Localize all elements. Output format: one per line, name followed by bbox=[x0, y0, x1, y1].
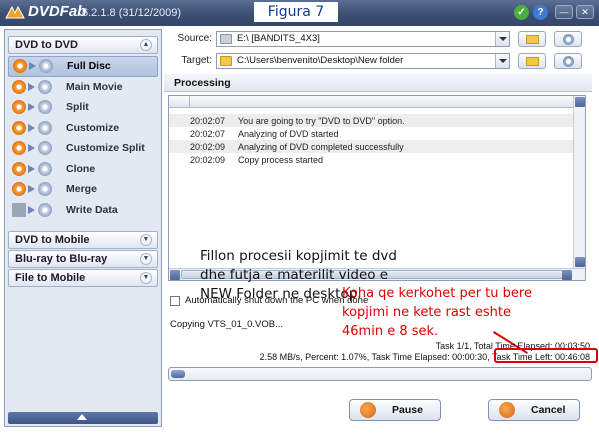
sidebar-section-label: File to Mobile bbox=[15, 272, 86, 284]
sidebar-section-file-to-mobile[interactable]: File to Mobile ▼ bbox=[8, 269, 158, 287]
minimize-icon[interactable]: — bbox=[555, 5, 573, 19]
sidebar-item-full-disc[interactable]: Full Disc bbox=[8, 56, 158, 77]
source-browse-button[interactable] bbox=[518, 31, 546, 47]
sidebar-item-label: Full Disc bbox=[67, 60, 111, 73]
sidebar-mode-list: Full Disc Main Movie Split Customize Cus… bbox=[8, 56, 158, 220]
sidebar-item-merge[interactable]: Merge bbox=[8, 179, 158, 200]
help-icon[interactable]: ? bbox=[533, 5, 548, 20]
source-value: E:\ [BANDITS_4X3] bbox=[237, 33, 320, 44]
target-browse-button[interactable] bbox=[518, 53, 546, 69]
file-to-disc-icon bbox=[12, 201, 56, 219]
chevron-up-icon[interactable]: ▲ bbox=[140, 39, 152, 51]
chevron-down-icon[interactable]: ▼ bbox=[140, 253, 152, 265]
sidebar-item-customize-split[interactable]: Customize Split bbox=[8, 138, 158, 159]
source-disc-button[interactable] bbox=[554, 31, 582, 47]
copying-status: Copying VTS_01_0.VOB... bbox=[170, 319, 284, 330]
main-panel: Source: E:\ [BANDITS_4X3] Target: C:\Use… bbox=[164, 29, 598, 427]
sidebar-item-clone[interactable]: Clone bbox=[8, 159, 158, 180]
chevron-down-icon[interactable]: ▼ bbox=[140, 234, 152, 246]
cancel-button[interactable]: Cancel bbox=[488, 399, 580, 421]
sidebar-section-dvd-to-mobile[interactable]: DVD to Mobile ▼ bbox=[8, 231, 158, 249]
log-header bbox=[169, 96, 585, 108]
target-value: C:\Users\benvenito\Desktop\New folder bbox=[237, 55, 404, 66]
source-label: Source: bbox=[177, 33, 212, 44]
sidebar-item-split[interactable]: Split bbox=[8, 97, 158, 118]
cancel-icon bbox=[499, 402, 515, 418]
sidebar-collapse-button[interactable] bbox=[8, 412, 158, 424]
sidebar-item-customize[interactable]: Customize bbox=[8, 118, 158, 139]
folder-icon bbox=[526, 35, 539, 44]
sidebar: DVD to DVD ▲ Full Disc Main Movie Split … bbox=[4, 29, 162, 427]
sidebar-item-label: Main Movie bbox=[66, 80, 123, 93]
sidebar-section-label: DVD to DVD bbox=[15, 39, 78, 51]
folder-icon bbox=[526, 57, 539, 66]
chevron-down-icon[interactable] bbox=[495, 54, 509, 68]
sidebar-item-label: Split bbox=[66, 101, 89, 114]
sidebar-section-label: DVD to Mobile bbox=[15, 234, 90, 246]
disc-copy-icon bbox=[12, 78, 56, 96]
processing-title: Processing bbox=[164, 74, 592, 92]
sidebar-item-write-data[interactable]: Write Data bbox=[8, 200, 158, 221]
progress-bar bbox=[168, 367, 592, 381]
app-name: DVDFab bbox=[28, 3, 87, 20]
disc-copy-icon bbox=[13, 57, 57, 75]
disc-copy-icon bbox=[12, 180, 56, 198]
close-icon[interactable]: ✕ bbox=[576, 5, 594, 19]
disc-icon bbox=[563, 56, 574, 67]
source-dropdown[interactable]: E:\ [BANDITS_4X3] bbox=[216, 31, 510, 47]
arrow-up-icon bbox=[77, 414, 87, 420]
check-icon[interactable]: ✓ bbox=[514, 5, 529, 20]
sidebar-item-label: Write Data bbox=[66, 203, 118, 216]
sidebar-item-main-movie[interactable]: Main Movie bbox=[8, 77, 158, 98]
auto-shutdown-checkbox[interactable]: Automatically shut down the PC when done bbox=[170, 295, 368, 306]
log-row: 20:02:09 Analyzing of DVD completed succe… bbox=[169, 140, 585, 153]
disc-copy-icon bbox=[12, 160, 56, 178]
folder-icon bbox=[220, 56, 232, 66]
scroll-right-icon[interactable] bbox=[562, 270, 572, 280]
processing-log: 20:02:07 You are going to try "DVD to DVD… bbox=[168, 95, 586, 302]
disc-copy-icon bbox=[12, 139, 56, 157]
target-disc-button[interactable] bbox=[554, 53, 582, 69]
target-label: Target: bbox=[181, 55, 212, 66]
log-row: 20:02:09 Copy process started bbox=[190, 154, 324, 165]
disc-copy-icon bbox=[12, 119, 56, 137]
pause-icon bbox=[360, 402, 376, 418]
app-version: 6.2.1.8 (31/12/2009) bbox=[82, 7, 182, 19]
figure-label: Figura 7 bbox=[254, 2, 338, 22]
pause-label: Pause bbox=[392, 404, 423, 416]
dvdfab-logo-icon bbox=[5, 5, 25, 19]
scroll-up-icon[interactable] bbox=[575, 97, 585, 107]
auto-shutdown-label: Automatically shut down the PC when done bbox=[185, 295, 369, 306]
time-left-highlight bbox=[494, 348, 598, 363]
chevron-down-icon[interactable] bbox=[495, 32, 509, 46]
disc-copy-icon bbox=[12, 98, 56, 116]
sidebar-item-label: Merge bbox=[66, 183, 97, 196]
log-rows: 20:02:07 You are going to try "DVD to DVD… bbox=[169, 114, 585, 166]
log-row: 20:02:07 You are going to try "DVD to DVD… bbox=[169, 114, 585, 127]
disc-icon bbox=[563, 34, 574, 45]
log-vertical-scrollbar[interactable] bbox=[573, 96, 585, 268]
pause-button[interactable]: Pause bbox=[349, 399, 441, 421]
target-dropdown[interactable]: C:\Users\benvenito\Desktop\New folder bbox=[216, 53, 510, 69]
scroll-left-icon[interactable] bbox=[170, 270, 180, 280]
sidebar-section-bluray-to-bluray[interactable]: Blu-ray to Blu-ray ▼ bbox=[8, 250, 158, 268]
sidebar-item-label: Customize bbox=[66, 121, 120, 134]
checkbox-box[interactable] bbox=[170, 295, 180, 306]
cancel-label: Cancel bbox=[531, 404, 566, 416]
title-bar: DVDFab 6.2.1.8 (31/12/2009) Figura 7 ✓ ?… bbox=[0, 0, 599, 26]
sidebar-item-label: Customize Split bbox=[66, 142, 145, 155]
drive-icon bbox=[220, 34, 232, 44]
log-row: 20:02:07 Analyzing of DVD started bbox=[190, 128, 339, 139]
sidebar-section-label: Blu-ray to Blu-ray bbox=[15, 253, 108, 265]
chevron-down-icon[interactable]: ▼ bbox=[140, 272, 152, 284]
red-annotation: Koha qe kerkohet per tu bere kopjimi ne … bbox=[342, 286, 532, 339]
sidebar-item-label: Clone bbox=[66, 162, 96, 175]
progress-fill bbox=[171, 370, 185, 378]
sidebar-section-dvd-to-dvd[interactable]: DVD to DVD ▲ bbox=[8, 36, 158, 54]
scroll-down-icon[interactable] bbox=[575, 257, 585, 267]
